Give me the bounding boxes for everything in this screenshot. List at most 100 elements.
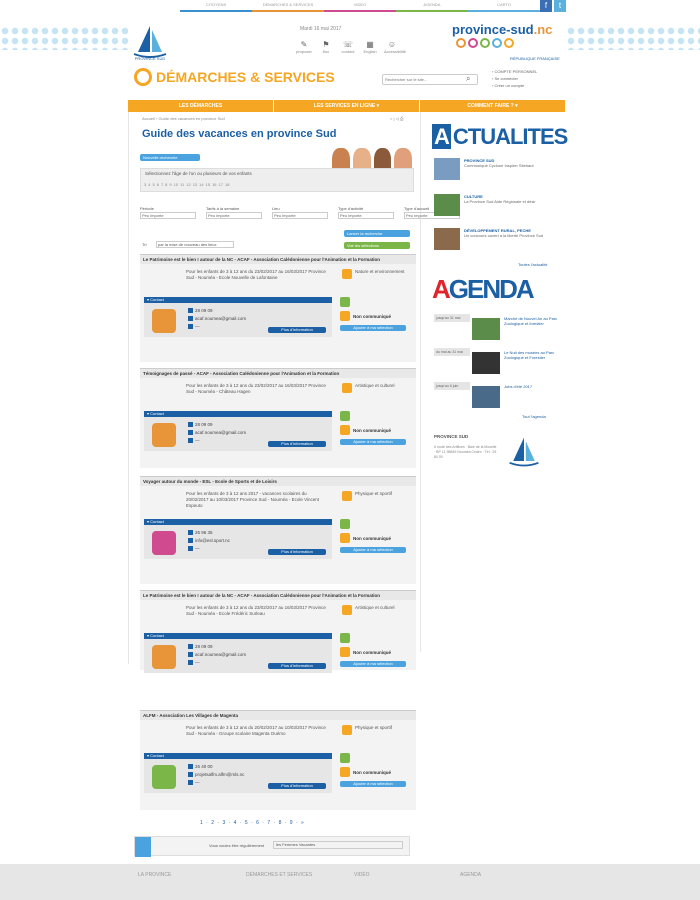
agenda-item[interactable]: jusqu'au 6 juin Jobs d'été 2017 xyxy=(434,382,558,412)
pagination[interactable]: 1 · 2 · 3 · 4 · 5 · 6 · 7 · 8 · 9 · » xyxy=(200,820,305,826)
age-checkbox[interactable]: 8 xyxy=(165,182,167,187)
footer-link-province[interactable]: LA PROVINCE xyxy=(138,872,171,878)
news-item[interactable]: CULTURE La Province Sud Aide Régionale et… xyxy=(434,194,558,222)
all-agenda-link[interactable]: Tout l'agenda xyxy=(522,414,546,419)
contact-phone: 26 40 00 xyxy=(195,764,213,769)
activity-select[interactable]: Peu importe xyxy=(338,212,394,219)
news-item[interactable]: DÉVELOPPEMENT RURAL, PECHE Un concours ou… xyxy=(434,228,558,256)
contact-email[interactable]: acaf.noumea@gmail.com xyxy=(195,430,246,435)
nav-demarches[interactable]: LES DÉMARCHES xyxy=(128,100,274,112)
sort-select[interactable]: par la mise de nouveau des lieux xyxy=(156,241,234,248)
contact-header: ▾ Contact xyxy=(144,753,332,759)
all-news-link[interactable]: Toutes l'actualité xyxy=(518,262,547,267)
scroll-top-icon[interactable] xyxy=(135,837,151,857)
contact-email[interactable]: acaf.noumea@gmail.com xyxy=(195,652,246,657)
price-filter: Tarifs à la semaine Peu importe xyxy=(206,206,262,219)
brand-name[interactable]: province-sud.nc xyxy=(452,22,552,37)
age-checkbox[interactable]: 5 xyxy=(152,182,154,187)
register-link[interactable]: › Créer un compte xyxy=(492,82,537,89)
more-info-button[interactable]: Plus d'information xyxy=(268,783,326,789)
agenda-thumbnail[interactable] xyxy=(472,352,500,374)
result-title[interactable]: Témoignages de passé - ACAF - Associatio… xyxy=(140,369,416,378)
contact-button[interactable]: ☏ contact xyxy=(340,40,356,54)
more-info-button[interactable]: Plus d'information xyxy=(268,663,326,669)
top-nav-item-demarches[interactable]: DEMARCHES & SERVICES xyxy=(252,0,324,12)
age-checkbox[interactable]: 12 xyxy=(186,182,190,187)
add-selection-button[interactable]: Ajouter à ma sélection xyxy=(340,547,406,553)
news-thumbnail[interactable] xyxy=(434,228,460,250)
agenda-text[interactable]: Jobs d'été 2017 xyxy=(504,384,558,389)
age-checkbox[interactable]: 13 xyxy=(193,182,197,187)
agenda-thumbnail[interactable] xyxy=(472,318,500,340)
login-link[interactable]: › Se connecter xyxy=(492,75,537,82)
more-info-button[interactable]: Plus d'information xyxy=(268,327,326,333)
province-sud-logo-small[interactable] xyxy=(506,434,542,470)
contact-email[interactable]: acaf.noumea@gmail.com xyxy=(195,316,246,321)
nav-comment-faire[interactable]: COMMENT FAIRE ? ▾ xyxy=(420,100,566,112)
web-icon xyxy=(188,660,193,666)
agenda-item[interactable]: du mai au 31 mai Le Nuit des musées au Pa… xyxy=(434,348,558,378)
agenda-item[interactable]: jusqu'au 31 mai Marché de Nouvel An au Pa… xyxy=(434,314,558,344)
newsletter-bar: Vous voulez être régulièrement les Femme… xyxy=(134,836,410,857)
search-input[interactable] xyxy=(382,74,478,85)
period-select[interactable]: Peu importe xyxy=(140,212,196,219)
twitter-icon[interactable]: t xyxy=(554,0,566,12)
contact-email[interactable]: info@esl.sport.nc xyxy=(195,538,230,543)
place-select[interactable]: Peu importe xyxy=(272,212,328,219)
age-checkbox[interactable]: 6 xyxy=(157,182,159,187)
footer-link-demarches[interactable]: DÉMARCHES ET SERVICES xyxy=(246,872,312,878)
view-selections-button[interactable]: Voir les sélections xyxy=(344,242,410,249)
english-button[interactable]: ▦ English xyxy=(362,40,378,54)
accessibility-button[interactable]: ☺ Accessibilité xyxy=(384,40,406,54)
feed-button[interactable]: ⚑ flux xyxy=(318,40,334,54)
top-nav-item-video[interactable]: VIDEO xyxy=(324,0,396,12)
age-checkbox[interactable]: 4 xyxy=(148,182,150,187)
new-search-button[interactable]: Nouvelle recherche xyxy=(140,154,200,161)
age-checkbox[interactable]: 7 xyxy=(161,182,163,187)
age-checkbox[interactable]: 16 xyxy=(212,182,216,187)
newsletter-select[interactable]: les Femmes Vacantes xyxy=(273,841,403,849)
price-select[interactable]: Peu importe xyxy=(206,212,262,219)
page-tools[interactable]: < | >| ⎙ xyxy=(390,116,403,121)
period-filter: Période Peu importe xyxy=(140,206,196,219)
agenda-text[interactable]: Marché de Nouvel An au Parc Zoologique e… xyxy=(504,316,558,326)
more-info-button[interactable]: Plus d'information xyxy=(268,549,326,555)
contact-email[interactable]: projetsalfm.alfm@mls.nc xyxy=(195,772,244,777)
decorative-pattern-right xyxy=(566,26,700,50)
age-checkbox[interactable]: 11 xyxy=(180,182,184,187)
search-icon[interactable]: ⌕ xyxy=(466,75,470,83)
top-nav-item-agenda[interactable]: AGENDA xyxy=(396,0,468,12)
result-title[interactable]: Le Patrimoine est le bien ! autour de la… xyxy=(140,255,416,264)
add-selection-button[interactable]: Ajouter à ma sélection xyxy=(340,439,406,445)
news-thumbnail[interactable] xyxy=(434,194,460,216)
result-title[interactable]: Voyager autour du monde - ESL - Ecole de… xyxy=(140,477,416,486)
news-item[interactable]: PROVINCE SUD Communiqué Cyclone Inspirer … xyxy=(434,158,558,186)
age-checkbox[interactable]: 15 xyxy=(206,182,210,187)
add-selection-button[interactable]: Ajouter à ma sélection xyxy=(340,325,406,331)
result-title[interactable]: Le Patrimoine est le bien ! autour de la… xyxy=(140,591,416,600)
facebook-icon[interactable]: f xyxy=(540,0,552,12)
age-checkbox[interactable]: 17 xyxy=(219,182,223,187)
age-checkbox[interactable]: 18 xyxy=(225,182,229,187)
add-selection-button[interactable]: Ajouter à ma sélection xyxy=(340,781,406,787)
age-checkbox[interactable]: 14 xyxy=(199,182,203,187)
age-checkbox[interactable]: 9 xyxy=(169,182,171,187)
launch-search-button[interactable]: Lancer la recherche xyxy=(344,230,410,237)
agenda-thumbnail[interactable] xyxy=(472,386,500,408)
top-nav-item-carto[interactable]: CARTO xyxy=(468,0,540,12)
result-title[interactable]: ALFM - Association Les Villages de Magen… xyxy=(140,711,416,720)
footer-link-video[interactable]: VIDÉO xyxy=(354,872,370,878)
add-selection-button[interactable]: Ajouter à ma sélection xyxy=(340,661,406,667)
breadcrumb[interactable]: Accueil › Guide des vacances en province… xyxy=(142,116,225,121)
agenda-text[interactable]: Le Nuit des musées au Parc Zoologique et… xyxy=(504,350,558,360)
news-thumbnail[interactable] xyxy=(434,158,460,180)
age-checkbox[interactable]: 10 xyxy=(174,182,178,187)
propose-button[interactable]: ✎ proposer xyxy=(296,40,312,54)
top-nav-item-citoyens[interactable]: CITOYENS xyxy=(180,0,252,12)
agenda-date: jusqu'au 31 mai xyxy=(434,314,470,322)
footer-link-agenda[interactable]: AGENDA xyxy=(460,872,481,878)
age-checkbox[interactable]: 3 xyxy=(144,182,146,187)
nav-services[interactable]: LES SERVICES EN LIGNE ▾ xyxy=(274,100,420,112)
sort-control: Tri par la mise de nouveau des lieux xyxy=(142,241,234,248)
more-info-button[interactable]: Plus d'information xyxy=(268,441,326,447)
